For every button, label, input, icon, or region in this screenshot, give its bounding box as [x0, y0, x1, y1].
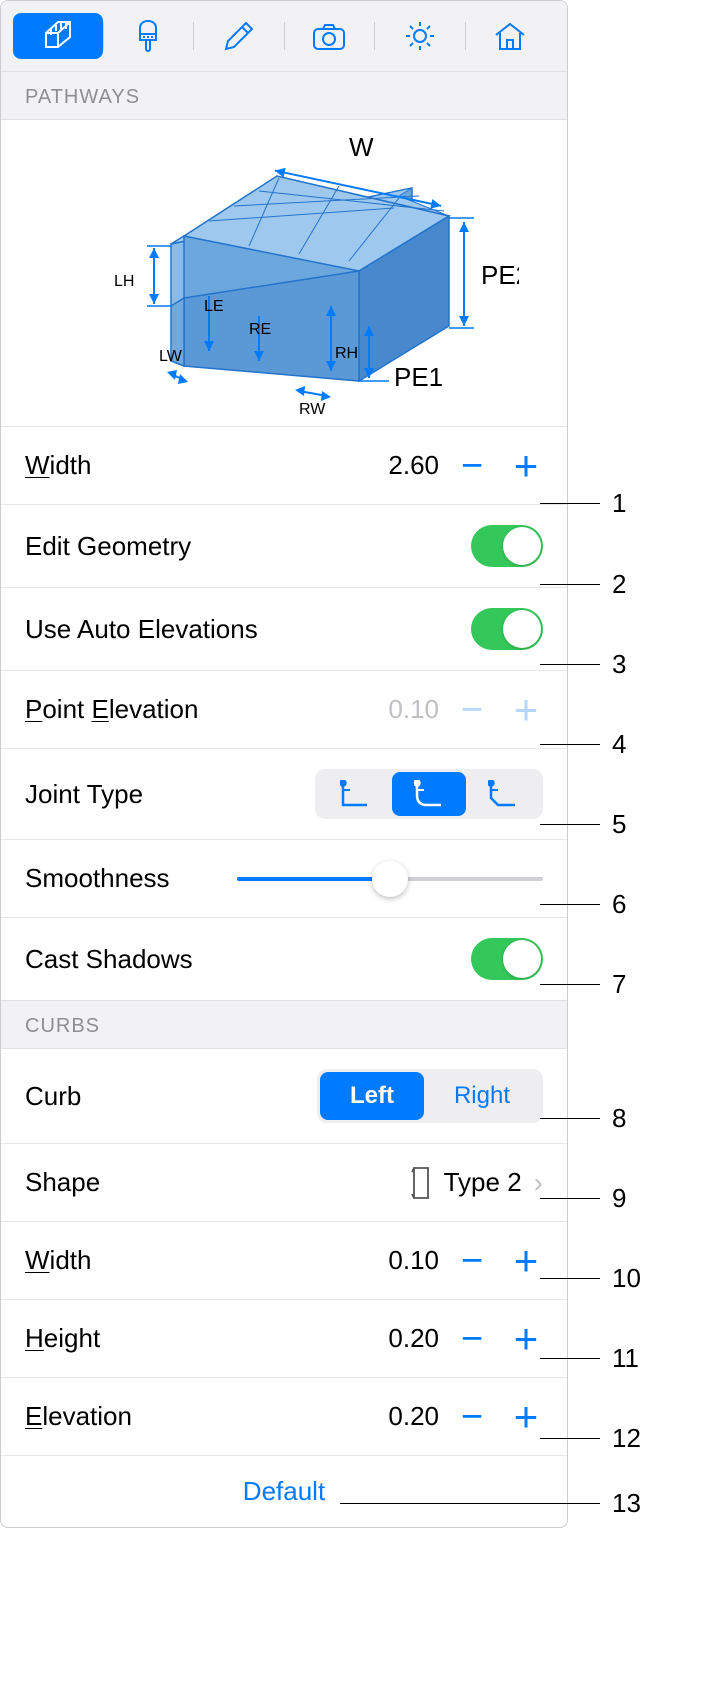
curb-left-button[interactable]: Left	[320, 1072, 424, 1120]
svg-text:RE: RE	[249, 321, 271, 338]
svg-text:LE: LE	[204, 298, 224, 315]
callout-13: 13	[340, 1488, 641, 1519]
curb-label: Curb	[25, 1081, 317, 1112]
curb-elevation-decrement[interactable]	[455, 1400, 489, 1434]
callout-4: 4	[540, 729, 626, 760]
row-width: Width 2.60	[1, 427, 567, 505]
section-header-pathways: PATHWAYS	[1, 72, 567, 120]
svg-text:LH: LH	[114, 273, 134, 290]
row-curb-elevation: Elevation 0.20	[1, 1378, 567, 1456]
curb-width-increment[interactable]	[509, 1244, 543, 1278]
joint-type-segmented	[315, 769, 543, 819]
row-edit-geometry: Edit Geometry	[1, 505, 567, 588]
width-label: Width	[25, 450, 388, 481]
row-shape[interactable]: Shape Type 2 ›	[1, 1144, 567, 1222]
tool-sun[interactable]	[375, 13, 465, 59]
shape-value: Type 2 ›	[410, 1166, 543, 1200]
width-decrement[interactable]	[455, 449, 489, 483]
inspector-panel: PATHWAYS	[0, 0, 568, 1528]
curb-height-value[interactable]: 0.20	[388, 1323, 439, 1354]
curb-height-increment[interactable]	[509, 1322, 543, 1356]
callout-11: 11	[540, 1343, 639, 1374]
callout-7: 7	[540, 969, 626, 1000]
curb-width-label: Width	[25, 1245, 388, 1276]
row-point-elevation: Point Elevation 0.10	[1, 671, 567, 749]
svg-text:W: W	[349, 136, 374, 162]
point-elevation-value: 0.10	[388, 694, 439, 725]
curb-height-stepper	[455, 1322, 543, 1356]
tool-house[interactable]	[466, 13, 556, 59]
point-elevation-decrement	[455, 693, 489, 727]
curb-elevation-increment[interactable]	[509, 1400, 543, 1434]
svg-text:RW: RW	[299, 401, 326, 416]
svg-text:PE2: PE2	[481, 260, 519, 290]
callout-5: 5	[540, 809, 626, 840]
joint-type-label: Joint Type	[25, 779, 315, 810]
auto-elevations-toggle[interactable]	[471, 608, 543, 650]
cast-shadows-label: Cast Shadows	[25, 944, 471, 975]
width-increment[interactable]	[509, 449, 543, 483]
toolbar	[1, 1, 567, 72]
point-elevation-increment	[509, 693, 543, 727]
width-value[interactable]: 2.60	[388, 450, 439, 481]
curb-width-decrement[interactable]	[455, 1244, 489, 1278]
callout-10: 10	[540, 1263, 641, 1294]
row-smoothness: Smoothness	[1, 840, 567, 918]
tool-brush[interactable]	[104, 13, 194, 59]
edit-geometry-label: Edit Geometry	[25, 531, 471, 562]
curb-right-button[interactable]: Right	[424, 1072, 540, 1120]
cast-shadows-toggle[interactable]	[471, 938, 543, 980]
curb-height-label: Height	[25, 1323, 388, 1354]
callout-2: 2	[540, 569, 626, 600]
svg-text:LW: LW	[159, 348, 183, 365]
row-curb: Curb Left Right	[1, 1049, 567, 1144]
curb-width-stepper	[455, 1244, 543, 1278]
row-curb-width: Width 0.10	[1, 1222, 567, 1300]
auto-elevations-label: Use Auto Elevations	[25, 614, 471, 645]
row-joint-type: Joint Type	[1, 749, 567, 840]
curb-elevation-value[interactable]: 0.20	[388, 1401, 439, 1432]
shape-label: Shape	[25, 1167, 410, 1198]
row-auto-elevations: Use Auto Elevations	[1, 588, 567, 671]
pathway-diagram: W PE2 PE1 LH LW	[1, 120, 567, 427]
shape-icon	[410, 1166, 432, 1200]
callout-3: 3	[540, 649, 626, 680]
curb-segmented: Left Right	[317, 1069, 543, 1123]
callout-8: 8	[540, 1103, 626, 1134]
curb-elevation-label: Elevation	[25, 1401, 388, 1432]
joint-type-2[interactable]	[392, 772, 466, 816]
tool-measure[interactable]	[13, 13, 103, 59]
callout-12: 12	[540, 1423, 641, 1454]
point-elevation-stepper	[455, 693, 543, 727]
callout-1: 1	[540, 488, 626, 519]
joint-type-3[interactable]	[466, 772, 540, 816]
svg-text:PE1: PE1	[394, 362, 443, 392]
tool-camera[interactable]	[285, 13, 375, 59]
tool-pencil[interactable]	[194, 13, 284, 59]
section-header-curbs: CURBS	[1, 1000, 567, 1049]
edit-geometry-toggle[interactable]	[471, 525, 543, 567]
callout-9: 9	[540, 1183, 626, 1214]
curb-height-decrement[interactable]	[455, 1322, 489, 1356]
width-stepper	[455, 449, 543, 483]
curb-width-value[interactable]: 0.10	[388, 1245, 439, 1276]
row-cast-shadows: Cast Shadows	[1, 918, 567, 1000]
curb-elevation-stepper	[455, 1400, 543, 1434]
callout-6: 6	[540, 889, 626, 920]
row-curb-height: Height 0.20	[1, 1300, 567, 1378]
smoothness-label: Smoothness	[25, 863, 237, 894]
slider-thumb[interactable]	[372, 861, 408, 897]
smoothness-slider[interactable]	[237, 877, 543, 881]
joint-type-1[interactable]	[318, 772, 392, 816]
svg-text:RH: RH	[335, 345, 358, 362]
point-elevation-label: Point Elevation	[25, 694, 388, 725]
